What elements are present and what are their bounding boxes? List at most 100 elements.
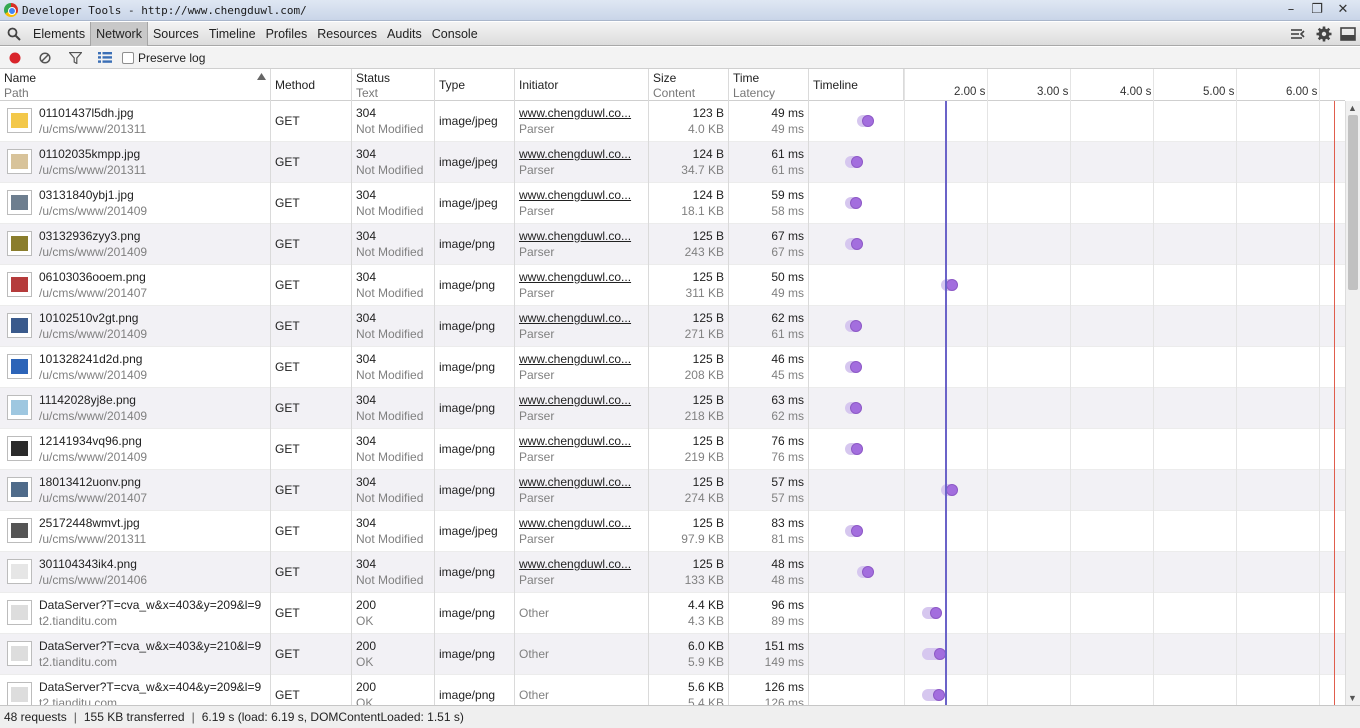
initiator-link[interactable]: www.chengduwl.co... xyxy=(519,474,644,490)
request-name-cell[interactable]: 10102510v2gt.png /u/cms/www/201409 xyxy=(0,306,271,347)
waterfall-bar[interactable] xyxy=(921,689,945,701)
initiator-link[interactable]: www.chengduwl.co... xyxy=(519,146,644,162)
request-name-cell[interactable]: 03132936zyy3.png /u/cms/www/201409 xyxy=(0,224,271,265)
waterfall-bar[interactable] xyxy=(940,279,958,291)
filter-button[interactable] xyxy=(60,47,90,69)
transfer-size: 125 B xyxy=(692,229,724,243)
minimize-button[interactable]: – xyxy=(1280,1,1302,18)
gear-icon[interactable] xyxy=(1316,26,1332,42)
request-name-cell[interactable]: DataServer?T=cva_w&x=403&y=209&l=9 t2.ti… xyxy=(0,593,271,634)
waterfall-bar[interactable] xyxy=(857,115,875,127)
table-row[interactable]: 03131840ybj1.jpg /u/cms/www/201409 GET 3… xyxy=(0,183,1345,224)
initiator-link[interactable]: www.chengduwl.co... xyxy=(519,269,644,285)
timeline-cell xyxy=(809,634,1345,675)
initiator-link[interactable]: www.chengduwl.co... xyxy=(519,228,644,244)
tab-profiles[interactable]: Profiles xyxy=(261,23,313,45)
tab-network[interactable]: Network xyxy=(90,21,148,46)
table-row[interactable]: 01102035kmpp.jpg /u/cms/www/201311 GET 3… xyxy=(0,142,1345,183)
column-header-size[interactable]: Size Content xyxy=(649,69,729,101)
initiator-link[interactable]: www.chengduwl.co... xyxy=(519,392,644,408)
close-button[interactable]: ✕ xyxy=(1332,1,1354,18)
column-header-method[interactable]: Method xyxy=(271,69,352,101)
large-rows-button[interactable] xyxy=(90,47,120,69)
waterfall-bar[interactable] xyxy=(921,648,947,660)
search-button[interactable] xyxy=(0,22,28,46)
table-row[interactable]: 06103036ooem.png /u/cms/www/201407 GET 3… xyxy=(0,265,1345,306)
resource-type: image/png xyxy=(435,265,515,306)
waterfall-bar[interactable] xyxy=(857,566,875,578)
request-name-cell[interactable]: 12141934vq96.png /u/cms/www/201409 xyxy=(0,429,271,470)
table-row[interactable]: 10102510v2gt.png /u/cms/www/201409 GET 3… xyxy=(0,306,1345,347)
table-row[interactable]: 301104343ik4.png /u/cms/www/201406 GET 3… xyxy=(0,552,1345,593)
waterfall-bar[interactable] xyxy=(845,361,863,373)
initiator-link[interactable]: www.chengduwl.co... xyxy=(519,187,644,203)
table-row[interactable]: DataServer?T=cva_w&x=404&y=209&l=9 t2.ti… xyxy=(0,675,1345,705)
initiator-link[interactable]: www.chengduwl.co... xyxy=(519,556,644,572)
request-name-cell[interactable]: 03131840ybj1.jpg /u/cms/www/201409 xyxy=(0,183,271,224)
restore-button[interactable]: ❐ xyxy=(1306,1,1328,18)
waterfall-bar[interactable] xyxy=(844,525,864,537)
vertical-scrollbar[interactable]: ▲ ▼ xyxy=(1345,101,1360,705)
column-header-name[interactable]: Name Path xyxy=(0,69,271,101)
request-name-cell[interactable]: 01101437l5dh.jpg /u/cms/www/201311 xyxy=(0,101,271,142)
waterfall-bar[interactable] xyxy=(845,238,864,250)
scroll-up-icon[interactable]: ▲ xyxy=(1348,103,1357,113)
time-cell: 67 ms 67 ms xyxy=(729,224,809,265)
request-name-cell[interactable]: DataServer?T=cva_w&x=404&y=209&l=9 t2.ti… xyxy=(0,675,271,705)
scroll-down-icon[interactable]: ▼ xyxy=(1348,693,1357,703)
table-row[interactable]: 11142028yj8e.png /u/cms/www/201409 GET 3… xyxy=(0,388,1345,429)
clear-button[interactable] xyxy=(30,47,60,69)
dock-side-icon[interactable] xyxy=(1340,27,1356,41)
waterfall-bar[interactable] xyxy=(844,443,864,455)
size-cell: 125 B 218 KB xyxy=(649,388,729,429)
table-row[interactable]: DataServer?T=cva_w&x=403&y=210&l=9 t2.ti… xyxy=(0,634,1345,675)
tab-audits[interactable]: Audits xyxy=(382,23,427,45)
transfer-size: 125 B xyxy=(692,434,724,448)
initiator-link[interactable]: www.chengduwl.co... xyxy=(519,105,644,121)
transfer-size: 6.0 KB xyxy=(687,639,724,653)
request-name-cell[interactable]: 11142028yj8e.png /u/cms/www/201409 xyxy=(0,388,271,429)
scrollbar-thumb[interactable] xyxy=(1348,115,1358,290)
request-name-cell[interactable]: 101328241d2d.png /u/cms/www/201409 xyxy=(0,347,271,388)
record-button[interactable] xyxy=(0,47,30,69)
tab-timeline[interactable]: Timeline xyxy=(204,23,261,45)
initiator-link[interactable]: www.chengduwl.co... xyxy=(519,310,644,326)
table-row[interactable]: 01101437l5dh.jpg /u/cms/www/201311 GET 3… xyxy=(0,101,1345,142)
dock-drawer-icon[interactable] xyxy=(1290,27,1308,41)
waterfall-bar[interactable] xyxy=(845,156,864,168)
request-name-cell[interactable]: 25172448wmvt.jpg /u/cms/www/201311 xyxy=(0,511,271,552)
table-row[interactable]: 18013412uonv.png /u/cms/www/201407 GET 3… xyxy=(0,470,1345,511)
tab-sources[interactable]: Sources xyxy=(148,23,204,45)
column-header-timeline[interactable]: Timeline xyxy=(809,69,904,101)
table-row[interactable]: 25172448wmvt.jpg /u/cms/www/201311 GET 3… xyxy=(0,511,1345,552)
waterfall-bar[interactable] xyxy=(845,197,863,209)
waterfall-bar[interactable] xyxy=(940,484,958,496)
tab-elements[interactable]: Elements xyxy=(28,23,90,45)
waterfall-bar[interactable] xyxy=(844,320,863,332)
waterfall-bar[interactable] xyxy=(921,607,943,619)
column-header-time[interactable]: Time Latency xyxy=(729,69,809,101)
request-name-cell[interactable]: DataServer?T=cva_w&x=403&y=210&l=9 t2.ti… xyxy=(0,634,271,675)
column-header-initiator[interactable]: Initiator xyxy=(515,69,649,101)
table-row[interactable]: DataServer?T=cva_w&x=403&y=209&l=9 t2.ti… xyxy=(0,593,1345,634)
request-name-cell[interactable]: 01102035kmpp.jpg /u/cms/www/201311 xyxy=(0,142,271,183)
waterfall-bar[interactable] xyxy=(844,402,863,414)
request-name-cell[interactable]: 301104343ik4.png /u/cms/www/201406 xyxy=(0,552,271,593)
tab-resources[interactable]: Resources xyxy=(312,23,382,45)
content-size: 219 KB xyxy=(684,450,724,464)
status-text: Not Modified xyxy=(356,450,424,464)
column-header-type[interactable]: Type xyxy=(435,69,515,101)
request-name-cell[interactable]: 06103036ooem.png /u/cms/www/201407 xyxy=(0,265,271,306)
waterfall-receiving-segment xyxy=(945,279,958,291)
initiator-link[interactable]: www.chengduwl.co... xyxy=(519,515,644,531)
table-row[interactable]: 12141934vq96.png /u/cms/www/201409 GET 3… xyxy=(0,429,1345,470)
preserve-log-checkbox[interactable] xyxy=(122,51,134,64)
table-row[interactable]: 101328241d2d.png /u/cms/www/201409 GET 3… xyxy=(0,347,1345,388)
request-name-cell[interactable]: 18013412uonv.png /u/cms/www/201407 xyxy=(0,470,271,511)
tab-console[interactable]: Console xyxy=(427,23,483,45)
column-header-status[interactable]: Status Text xyxy=(352,69,435,101)
initiator-link[interactable]: www.chengduwl.co... xyxy=(519,351,644,367)
table-row[interactable]: 03132936zyy3.png /u/cms/www/201409 GET 3… xyxy=(0,224,1345,265)
initiator-link[interactable]: www.chengduwl.co... xyxy=(519,433,644,449)
preserve-log-toggle[interactable]: Preserve log xyxy=(122,51,205,65)
